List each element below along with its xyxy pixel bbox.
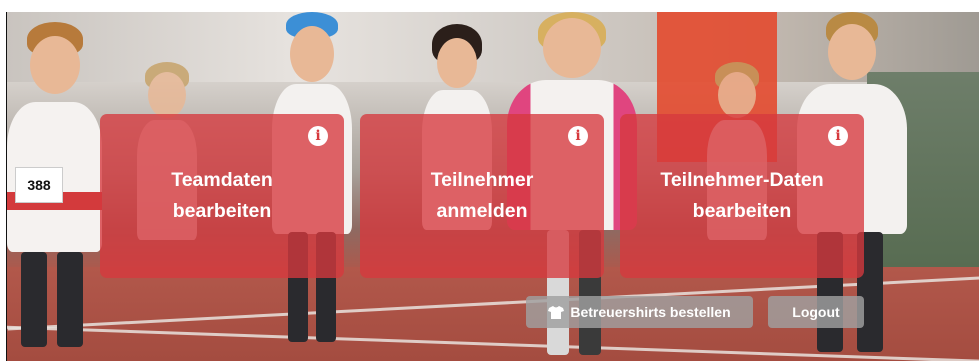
tile-label-line1: Teamdaten <box>171 169 273 191</box>
tile-label: Teamdaten bearbeiten <box>171 165 273 227</box>
info-icon[interactable]: i <box>828 126 848 146</box>
logout-label: Logout <box>792 304 840 320</box>
tshirt-icon <box>548 305 565 319</box>
info-icon[interactable]: i <box>308 126 328 146</box>
tile-label-line2: bearbeiten <box>172 200 272 222</box>
order-shirts-label: Betreuershirts bestellen <box>570 304 731 320</box>
order-shirts-button[interactable]: Betreuershirts bestellen <box>526 296 753 328</box>
tile-label-line2: anmelden <box>436 200 528 222</box>
tile-label-line2: bearbeiten <box>692 200 792 222</box>
tile-teilnehmer-daten-bearbeiten[interactable]: i Teilnehmer-Daten bearbeiten <box>620 114 864 278</box>
tile-label-line1: Teilnehmer <box>430 169 534 191</box>
tile-label-line1: Teilnehmer-Daten <box>660 169 824 191</box>
bib-number: 388 <box>15 167 63 203</box>
tile-teilnehmer-anmelden[interactable]: i Teilnehmer anmelden <box>360 114 604 278</box>
info-icon[interactable]: i <box>568 126 588 146</box>
tile-label: Teilnehmer anmelden <box>431 165 534 227</box>
logout-button[interactable]: Logout <box>768 296 864 328</box>
tile-teamdaten-bearbeiten[interactable]: i Teamdaten bearbeiten <box>100 114 344 278</box>
tile-label: Teilnehmer-Daten bearbeiten <box>660 165 823 227</box>
